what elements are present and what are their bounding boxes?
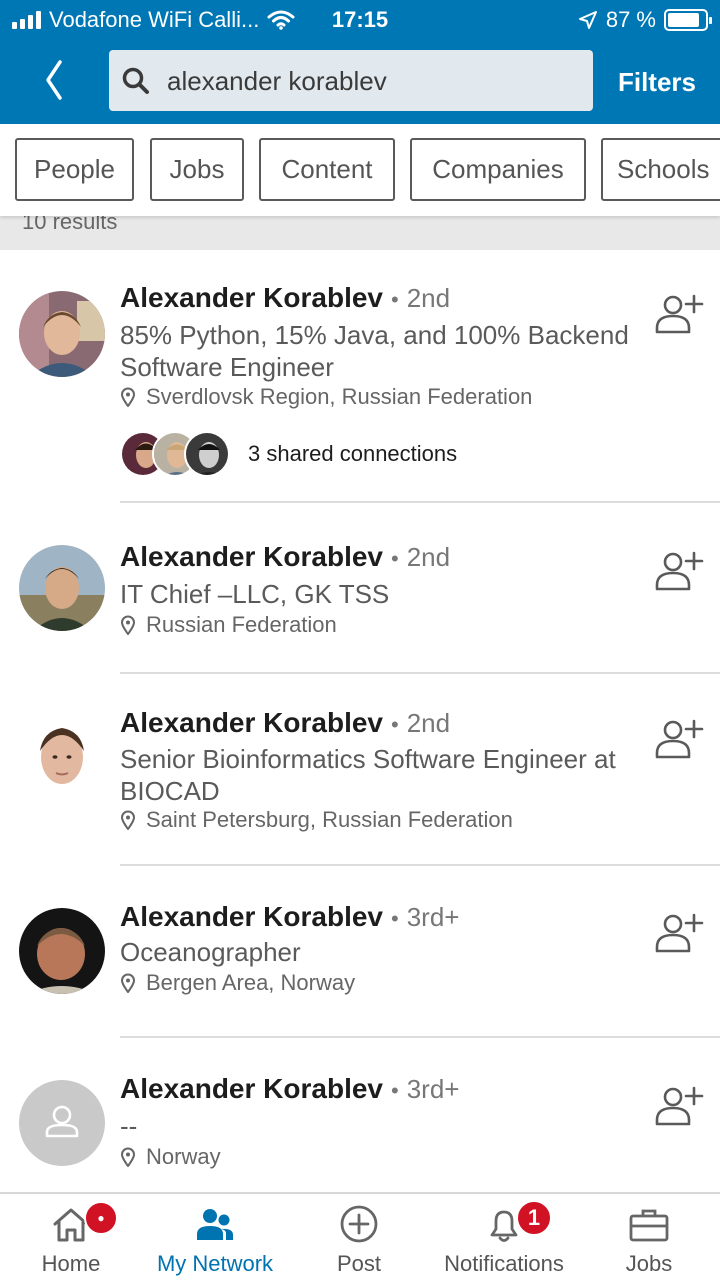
result-location: Bergen Area, Norway [120, 970, 355, 996]
back-arrow-icon[interactable] [38, 58, 70, 102]
search-header: alexander korablev Filters [0, 40, 720, 124]
chip-jobs[interactable]: Jobs [150, 138, 244, 201]
connection-degree: 2nd [406, 542, 451, 572]
location-pin-icon [120, 387, 136, 407]
avatar-placeholder[interactable] [19, 1080, 105, 1166]
post-icon [340, 1205, 378, 1243]
result-location: Sverdlovsk Region, Russian Federation [120, 384, 532, 410]
result-location-text: Sverdlovsk Region, Russian Federation [146, 384, 533, 409]
result-headline: -- [120, 1111, 138, 1141]
search-input[interactable]: alexander korablev [109, 50, 593, 111]
avatar[interactable] [19, 713, 105, 799]
results-count-bar: 10 results [0, 216, 720, 250]
shared-connections[interactable]: 3 shared connections [120, 431, 457, 477]
shared-connections-text: 3 shared connections [248, 441, 458, 466]
location-pin-icon [120, 810, 136, 830]
results-count: 10 results [22, 216, 118, 234]
tab-jobs-label: Jobs [625, 1251, 673, 1276]
connection-degree: 2nd [406, 708, 451, 738]
list-item[interactable]: Alexander Korablev • 2nd Senior Bioinforma… [0, 674, 720, 866]
result-name[interactable]: Alexander Korablev [120, 282, 383, 313]
result-location-text: Saint Petersburg, Russian Federation [146, 807, 513, 832]
person-icon [45, 1105, 79, 1138]
chip-content[interactable]: Content [259, 138, 395, 201]
results-list: Alexander Korablev • 2nd 85% Python, 15% J… [0, 250, 720, 1192]
result-name-line: Alexander Korablev • 2nd [120, 707, 451, 738]
tab-home[interactable]: ● Home [0, 1194, 142, 1280]
chip-companies[interactable]: Companies [410, 138, 586, 201]
top-bar: Vodafone WiFi Calli... 17:15 87 % alexan… [0, 0, 720, 124]
battery-percent: 87 % [605, 7, 656, 32]
briefcase-icon [629, 1209, 669, 1242]
tab-jobs[interactable]: Jobs [578, 1194, 720, 1280]
connection-degree: 3rd+ [406, 902, 460, 932]
result-headline: IT Chief –LLC, GK TSS [120, 579, 390, 609]
result-location-text: Bergen Area, Norway [146, 970, 356, 995]
avatar[interactable] [19, 291, 105, 377]
result-headline: Senior Bioinformatics Software Engineer … [120, 744, 616, 806]
chip-schools[interactable]: Schools [601, 138, 720, 201]
result-name[interactable]: Alexander Korablev [120, 541, 383, 572]
battery-icon [664, 9, 712, 31]
tab-notifications[interactable]: 1 Notifications [430, 1194, 578, 1280]
connection-degree: 2nd [406, 283, 451, 313]
add-connection-icon[interactable] [654, 717, 704, 761]
tab-post[interactable]: Post [288, 1194, 430, 1280]
location-pin-icon [120, 615, 136, 635]
list-item[interactable]: Alexander Korablev • 2nd 85% Python, 15% J… [0, 250, 720, 504]
result-headline: 85% Python, 15% Java, and 100% Backend S… [120, 320, 629, 382]
result-name[interactable]: Alexander Korablev [120, 707, 383, 738]
location-arrow-icon [578, 11, 597, 29]
chip-people[interactable]: People [15, 138, 134, 201]
result-name-line: Alexander Korablev • 3rd+ [120, 901, 460, 932]
result-headline: Oceanographer [120, 937, 301, 967]
result-location-text: Russian Federation [146, 612, 337, 637]
list-item[interactable]: Alexander Korablev • 2nd IT Chief –LLC, GK… [0, 504, 720, 674]
result-location: Norway [120, 1144, 221, 1170]
filters-button[interactable]: Filters [618, 67, 696, 98]
connection-degree: 3rd+ [406, 1074, 460, 1104]
avatar[interactable] [19, 545, 105, 631]
tab-my-network[interactable]: My Network [142, 1194, 288, 1280]
tab-home-label: Home [41, 1251, 101, 1276]
result-name[interactable]: Alexander Korablev [120, 1073, 383, 1104]
bottom-tab-bar: ● Home My Network Post 1 Notifications J… [0, 1192, 720, 1280]
location-pin-icon [120, 1147, 136, 1167]
result-location-text: Norway [146, 1144, 221, 1169]
search-icon [122, 67, 149, 94]
result-name-line: Alexander Korablev • 3rd+ [120, 1073, 460, 1104]
result-location: Russian Federation [120, 612, 337, 638]
list-item[interactable]: Alexander Korablev • 3rd+ Oceanographer Be… [0, 866, 720, 1038]
result-name[interactable]: Alexander Korablev [120, 901, 383, 932]
result-name-line: Alexander Korablev • 2nd [120, 541, 451, 572]
list-item[interactable]: Alexander Korablev • 3rd+ -- Norway [0, 1038, 720, 1192]
network-icon [197, 1209, 233, 1240]
search-query: alexander korablev [167, 66, 387, 96]
status-bar: Vodafone WiFi Calli... 17:15 87 % [0, 0, 720, 40]
location-pin-icon [120, 973, 136, 993]
search-type-chips: People Jobs Content Companies Schools [0, 124, 720, 216]
avatar[interactable] [19, 908, 105, 994]
add-connection-icon[interactable] [654, 292, 704, 336]
add-connection-icon[interactable] [654, 911, 704, 955]
tab-post-label: Post [336, 1251, 382, 1276]
divider [120, 501, 720, 503]
notifications-badge: 1 [516, 1200, 552, 1236]
add-connection-icon[interactable] [654, 549, 704, 593]
tab-my-network-label: My Network [156, 1251, 274, 1276]
tab-notifications-label: Notifications [444, 1251, 564, 1276]
avatar [184, 431, 230, 477]
result-location: Saint Petersburg, Russian Federation [120, 807, 513, 833]
add-connection-icon[interactable] [654, 1084, 704, 1128]
home-badge: ● [84, 1201, 118, 1235]
result-name-line: Alexander Korablev • 2nd [120, 282, 451, 313]
